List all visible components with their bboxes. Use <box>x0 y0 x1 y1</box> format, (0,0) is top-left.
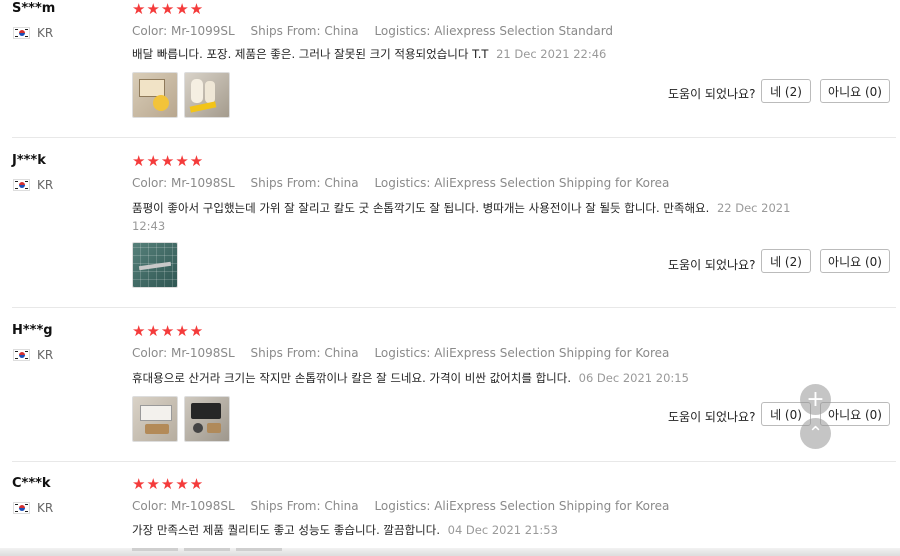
review-date: 06 Dec 2021 20:15 <box>578 371 689 385</box>
reviewer-country: KR <box>13 348 53 362</box>
scroll-top-button[interactable]: ⌃ <box>800 418 831 449</box>
review-photos <box>132 242 178 288</box>
country-code: KR <box>37 348 54 362</box>
review-date: 21 Dec 2021 22:46 <box>496 47 607 61</box>
star-rating: ★★★★★ <box>132 0 205 18</box>
korea-flag-icon <box>13 502 30 514</box>
helpful-question: 도움이 되었나요? <box>668 258 756 272</box>
next-review-photos-peek <box>132 548 282 551</box>
review-body: 가장 만족스런 제품 퀄리티도 좋고 성능도 좋습니다. 깔끔합니다. <box>132 523 440 537</box>
meta-logistics: Logistics: AliExpress Selection Shipping… <box>374 499 670 513</box>
plus-icon: + <box>806 386 825 412</box>
photo-peek <box>132 548 178 551</box>
meta-ships: Ships From: China <box>250 499 359 513</box>
review-body: 품평이 좋아서 구입했는데 가위 잘 잘리고 칼도 굿 손톱깍기도 잘 됩니다.… <box>132 201 710 215</box>
meta-ships: Ships From: China <box>250 24 359 38</box>
meta-logistics: Logistics: AliExpress Selection Shipping… <box>374 346 670 360</box>
meta-color: Color: Mr-1098SL <box>132 176 235 190</box>
reviewer-name: J***k <box>12 153 46 168</box>
country-code: KR <box>37 26 54 40</box>
review-text: 품평이 좋아서 구입했는데 가위 잘 잘리고 칼도 굿 손톱깍기도 잘 됩니다.… <box>132 199 802 235</box>
review-text: 배달 빠릅니다. 포장. 제품은 좋은. 그러나 잘못된 크기 적용되었습니다 … <box>132 45 802 63</box>
photo-peek <box>184 548 230 551</box>
star-rating: ★★★★★ <box>132 475 205 493</box>
reviewer-name: C***k <box>12 476 51 491</box>
reviewer-country: KR <box>13 501 53 515</box>
helpful-yes-button[interactable]: 네 (2) <box>761 79 811 103</box>
review-date: 04 Dec 2021 21:53 <box>447 523 558 537</box>
review-meta: Color: Mr-1098SL Ships From: China Logis… <box>132 346 681 360</box>
helpful-no-button[interactable]: 아니요 (0) <box>820 249 890 273</box>
review-photo[interactable] <box>132 396 178 442</box>
helpful-no-button[interactable]: 아니요 (0) <box>820 79 890 103</box>
review-photo[interactable] <box>132 72 178 118</box>
review-body: 휴대용으로 산거라 크기는 작지만 손톱깎이나 칼은 잘 드네요. 가격이 비싼… <box>132 371 571 385</box>
review-text: 가장 만족스런 제품 퀄리티도 좋고 성능도 좋습니다. 깔끔합니다. 04 D… <box>132 521 802 539</box>
review-divider <box>12 461 896 462</box>
meta-color: Color: Mr-1099SL <box>132 24 235 38</box>
reviewer-country: KR <box>13 26 53 40</box>
meta-ships: Ships From: China <box>250 346 359 360</box>
meta-logistics: Logistics: Aliexpress Selection Standard <box>374 24 614 38</box>
review-photos <box>132 396 230 442</box>
review-photo[interactable] <box>184 396 230 442</box>
korea-flag-icon <box>13 179 30 191</box>
country-code: KR <box>37 501 54 515</box>
review-meta: Color: Mr-1099SL Ships From: China Logis… <box>132 24 625 38</box>
helpful-question: 도움이 되었나요? <box>668 410 756 424</box>
korea-flag-icon <box>13 349 30 361</box>
meta-logistics: Logistics: AliExpress Selection Shipping… <box>374 176 670 190</box>
star-rating: ★★★★★ <box>132 322 205 340</box>
review-divider <box>12 307 896 308</box>
korea-flag-icon <box>13 27 30 39</box>
review-body: 배달 빠릅니다. 포장. 제품은 좋은. 그러나 잘못된 크기 적용되었습니다 … <box>132 47 489 61</box>
review-divider <box>12 137 896 138</box>
helpful-yes-button[interactable]: 네 (2) <box>761 249 811 273</box>
reviewer-country: KR <box>13 178 53 192</box>
review-photo[interactable] <box>184 72 230 118</box>
chevron-up-icon: ⌃ <box>807 422 824 444</box>
helpful-question: 도움이 되었나요? <box>668 87 756 101</box>
meta-color: Color: Mr-1098SL <box>132 499 235 513</box>
review-photos <box>132 72 230 118</box>
add-fab-button[interactable]: + <box>800 384 831 415</box>
star-rating: ★★★★★ <box>132 152 205 170</box>
photo-peek <box>236 548 282 551</box>
meta-color: Color: Mr-1098SL <box>132 346 235 360</box>
country-code: KR <box>37 178 54 192</box>
reviewer-name: S***m <box>12 1 56 16</box>
review-meta: Color: Mr-1098SL Ships From: China Logis… <box>132 176 681 190</box>
helpful-no-button[interactable]: 아니요 (0) <box>820 402 890 426</box>
review-photo[interactable] <box>132 242 178 288</box>
reviewer-name: H***g <box>12 323 53 338</box>
review-meta: Color: Mr-1098SL Ships From: China Logis… <box>132 499 681 513</box>
meta-ships: Ships From: China <box>250 176 359 190</box>
review-text: 휴대용으로 산거라 크기는 작지만 손톱깎이나 칼은 잘 드네요. 가격이 비싼… <box>132 369 802 387</box>
